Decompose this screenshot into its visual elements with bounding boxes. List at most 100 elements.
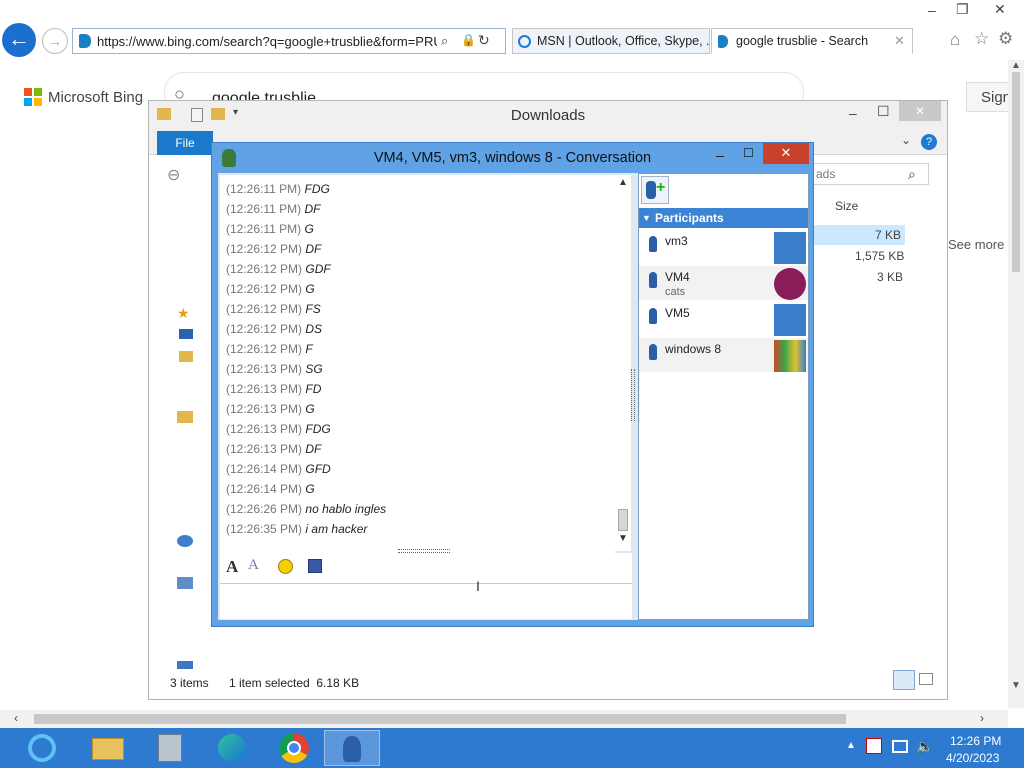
address-bar[interactable]: https://www.bing.com/search?q=google+tru… <box>72 28 506 54</box>
search-icon[interactable]: ⌕ <box>441 33 448 49</box>
file-explorer-icon <box>92 738 124 760</box>
taskbar-chrome[interactable] <box>266 730 322 766</box>
taskbar-edge[interactable] <box>204 730 260 766</box>
bing-logo-text[interactable]: Microsoft Bing <box>48 89 143 106</box>
tab-msn[interactable]: MSN | Outlook, Office, Skype, ... <box>512 28 710 54</box>
message-text: DS <box>305 322 323 336</box>
file-tab[interactable]: File <box>157 131 213 155</box>
explorer-search-box[interactable]: ads ⌕ <box>811 163 929 185</box>
large-icons-view-icon[interactable] <box>919 673 933 685</box>
favorites-star-icon[interactable]: ☆ <box>974 29 989 49</box>
computer-icon[interactable] <box>177 577 193 589</box>
conversation-minimize-button[interactable]: – <box>716 147 724 163</box>
message-row: (12:26:11 PM) DF <box>220 199 615 219</box>
message-time: (12:26:35 PM) <box>226 522 303 536</box>
libraries-icon[interactable] <box>177 411 193 423</box>
close-button[interactable]: ✕ <box>994 1 1006 18</box>
message-row: (12:26:11 PM) G <box>220 219 615 239</box>
message-text: G <box>305 282 315 296</box>
see-more-link[interactable]: See more <box>948 237 1004 252</box>
taskbar-pidgin[interactable] <box>324 730 380 766</box>
taskbar-server-manager[interactable] <box>142 730 198 766</box>
tray-expand-icon[interactable]: ▲ <box>846 740 856 751</box>
invite-button[interactable]: + <box>641 176 669 204</box>
conversation-titlebar[interactable]: VM4, VM5, vm3, windows 8 - Conversation … <box>212 143 813 173</box>
buddy-icon <box>649 272 657 288</box>
refresh-icon[interactable]: ↻ <box>478 32 490 49</box>
scroll-up-icon[interactable]: ▲ <box>618 177 628 188</box>
formatting-toolbar: A A <box>220 553 632 583</box>
message-time: (12:26:11 PM) <box>226 222 302 236</box>
pane-splitter[interactable] <box>631 369 635 421</box>
tab-google-trusblie[interactable]: google trusblie - Search ✕ <box>711 28 913 54</box>
downloads-folder-icon[interactable] <box>179 351 193 362</box>
homegroup-icon[interactable] <box>177 535 193 547</box>
back-button[interactable]: ← <box>2 23 36 57</box>
font-color-icon[interactable]: A <box>248 557 259 574</box>
tab-close-icon[interactable]: ✕ <box>894 29 905 53</box>
scroll-down-icon[interactable]: ▼ <box>618 533 628 544</box>
settings-gear-icon[interactable]: ⚙ <box>998 29 1013 49</box>
message-time: (12:26:11 PM) <box>226 202 302 216</box>
text-cursor-icon: I <box>476 578 480 594</box>
message-compose-input[interactable]: I <box>220 578 632 619</box>
font-icon[interactable]: A <box>226 557 238 577</box>
file-size: 1,575 KB <box>855 249 905 263</box>
save-icon[interactable] <box>308 559 322 573</box>
scroll-thumb[interactable] <box>618 509 628 531</box>
message-row: (12:26:12 PM) GDF <box>220 259 615 279</box>
details-view-icon[interactable] <box>893 670 915 690</box>
message-row: (12:26:14 PM) GFD <box>220 459 615 479</box>
home-icon[interactable]: ⌂ <box>950 30 960 50</box>
network-icon[interactable] <box>892 740 908 753</box>
column-header-size[interactable]: Size <box>835 199 858 213</box>
clock-time[interactable]: 12:26 PM <box>950 734 1001 748</box>
ribbon-expand-icon[interactable]: ⌄ <box>901 133 911 147</box>
bing-favicon <box>79 34 91 48</box>
explorer-minimize-button[interactable]: – <box>849 105 857 121</box>
conversation-maximize-button[interactable]: ☐ <box>743 146 754 160</box>
participant-item[interactable]: VM4 cats <box>639 266 808 300</box>
invite-icon <box>646 181 656 199</box>
message-row: (12:26:13 PM) DF <box>220 439 615 459</box>
participant-item[interactable]: VM5 <box>639 302 808 336</box>
action-center-icon[interactable] <box>866 738 882 754</box>
message-text: G <box>305 402 315 416</box>
favorites-star-icon[interactable]: ★ <box>177 305 190 322</box>
forward-button[interactable]: → <box>42 28 68 54</box>
explorer-search-placeholder[interactable]: ads <box>816 167 835 181</box>
explorer-search-icon[interactable]: ⌕ <box>908 166 916 183</box>
tab-search-label: google trusblie - Search <box>736 34 869 48</box>
browser-vertical-scrollbar[interactable]: ▲ ▼ <box>1008 60 1024 708</box>
taskbar-internet-explorer[interactable] <box>14 730 70 766</box>
message-text: G <box>305 482 315 496</box>
taskbar-file-explorer[interactable] <box>80 730 136 766</box>
minimize-button[interactable]: – <box>928 2 936 18</box>
collapse-arrow-icon[interactable]: ▼ <box>642 208 651 228</box>
lock-icon[interactable]: 🔒 <box>461 33 476 47</box>
explorer-close-button[interactable]: ✕ <box>899 101 941 121</box>
emoticon-icon[interactable] <box>278 559 293 574</box>
explorer-maximize-button[interactable]: ☐ <box>877 103 890 120</box>
message-row: (12:26:26 PM) no hablo ingles <box>220 499 615 519</box>
avatar <box>774 304 806 336</box>
participant-item[interactable]: windows 8 <box>639 338 808 372</box>
participant-item[interactable]: vm3 <box>639 230 808 264</box>
participants-header[interactable]: ▼ Participants <box>639 208 808 228</box>
explorer-back-icon[interactable]: ⊖ <box>167 165 180 185</box>
message-row: (12:26:13 PM) G <box>220 399 615 419</box>
clock-date[interactable]: 4/20/2023 <box>946 751 999 765</box>
message-history[interactable]: (12:26:11 PM) FDG (12:26:11 PM) DF (12:2… <box>220 175 615 553</box>
volume-icon[interactable]: 🔈 <box>916 738 933 755</box>
explorer-titlebar: ▾ Downloads – ☐ ✕ <box>149 101 947 131</box>
message-text: SG <box>305 362 323 376</box>
address-url[interactable]: https://www.bing.com/search?q=google+tru… <box>97 34 437 49</box>
message-scrollbar[interactable]: ▲ ▼ <box>615 175 631 551</box>
desktop-icon[interactable] <box>179 329 193 339</box>
browser-horizontal-scrollbar[interactable]: ‹ › <box>0 710 1008 728</box>
restore-button[interactable]: ❐ <box>956 1 969 18</box>
conversation-close-button[interactable]: ✕ <box>763 143 809 164</box>
help-icon[interactable]: ? <box>921 134 937 150</box>
message-text: no hablo ingles <box>305 502 387 516</box>
message-row: (12:26:12 PM) G <box>220 279 615 299</box>
